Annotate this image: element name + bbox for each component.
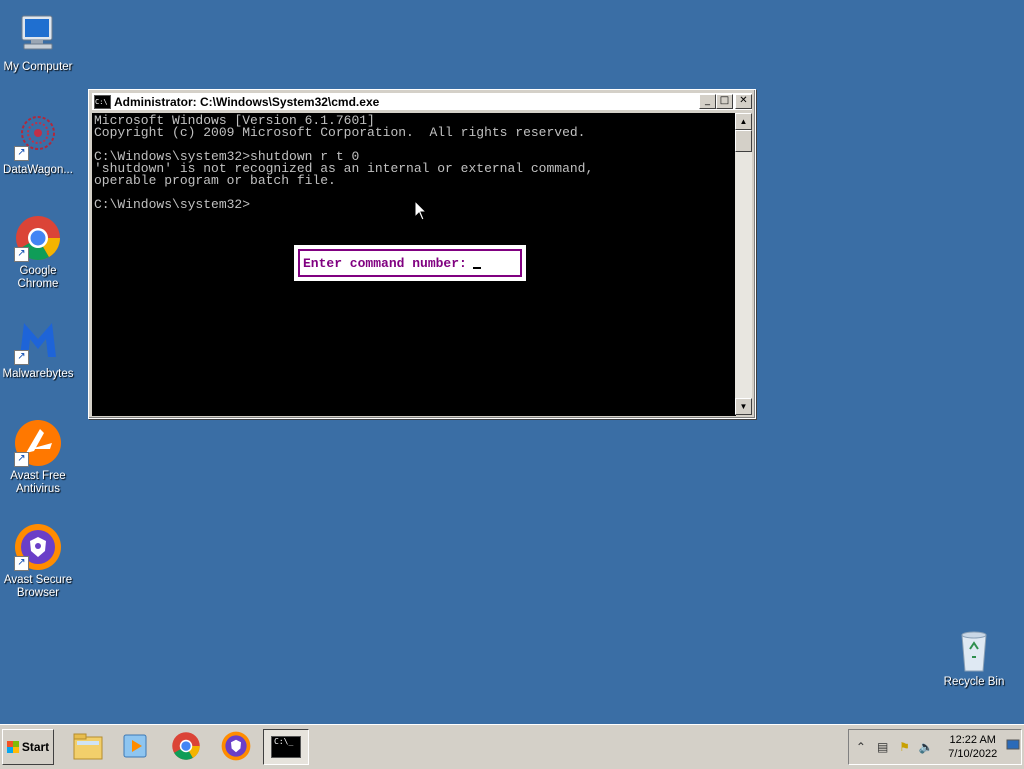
cmd-window-icon[interactable]: C:\ [94, 94, 111, 109]
scroll-up-button[interactable]: ▲ [735, 113, 752, 130]
console-line: Copyright (c) 2009 Microsoft Corporation… [94, 125, 586, 140]
desktop-icon-label: Malwarebytes [2, 368, 74, 380]
clock[interactable]: 12:22 AM 7/10/2022 [948, 733, 997, 761]
console-line: operable program or batch file. [94, 173, 336, 188]
windows-logo-icon [6, 741, 19, 753]
desktop-icon-avast-free-antivirus[interactable]: ↗ Avast Free Antivirus [0, 419, 76, 496]
network-icon[interactable]: ▤ [875, 739, 891, 755]
close-button[interactable]: ✕ [735, 94, 752, 109]
window-title: Administrator: C:\Windows\System32\cmd.e… [114, 94, 380, 109]
start-button[interactable]: Start [2, 729, 54, 765]
desktop-icon-label: Recycle Bin [943, 676, 1005, 688]
taskbar: Start C:\_ ⌃ ▤ ⚑ 🔈 12:22 AM 7/10/2022 [0, 724, 1024, 769]
text-cursor [472, 266, 481, 269]
start-label: Start [21, 740, 50, 754]
media-player-icon [123, 734, 147, 758]
malwarebytes-icon: ↗ [14, 317, 62, 365]
shortcut-arrow-icon: ↗ [14, 452, 29, 467]
desktop-icon-google-chrome[interactable]: ↗ Google Chrome [0, 214, 76, 291]
datawagon-icon: ↗ [14, 113, 62, 161]
taskbar-cmd[interactable]: C:\_ [263, 729, 309, 765]
desktop-icon-label: Avast Secure Browser [3, 574, 73, 599]
desktop-icon-recycle-bin[interactable]: Recycle Bin [936, 625, 1012, 689]
vertical-scrollbar[interactable]: ▲ ▼ [735, 113, 752, 415]
shortcut-arrow-icon: ↗ [14, 556, 29, 571]
prompt-label: Enter command number: [303, 255, 467, 271]
chrome-icon [172, 732, 200, 760]
show-hidden-icons-chevron-icon[interactable]: ⌃ [853, 739, 869, 755]
system-tray: ⌃ ▤ ⚑ 🔈 12:22 AM 7/10/2022 [848, 729, 1022, 765]
desktop-icon-datawagon[interactable]: ↗ DataWagon... [0, 113, 76, 177]
taskbar-chrome[interactable] [164, 729, 208, 763]
mouse-pointer-icon [414, 200, 428, 221]
desktop-icon-malwarebytes[interactable]: ↗ Malwarebytes [0, 317, 76, 381]
desktop-icon-label: My Computer [3, 61, 73, 73]
scroll-down-button[interactable]: ▼ [735, 398, 752, 415]
volume-icon[interactable]: 🔈 [918, 739, 934, 755]
clock-date: 7/10/2022 [948, 748, 998, 760]
avast-antivirus-icon: ↗ [14, 419, 62, 467]
avast-browser-icon: ↗ [14, 523, 62, 571]
desktop-icon-label: DataWagon... [3, 164, 73, 176]
desktop-icon-my-computer[interactable]: My Computer [0, 10, 76, 74]
shortcut-arrow-icon: ↗ [14, 247, 29, 262]
taskbar-media-player[interactable] [114, 729, 158, 763]
clock-time: 12:22 AM [949, 734, 996, 746]
folder-icon [73, 733, 103, 760]
action-center-flag-icon[interactable]: ⚑ [897, 739, 913, 755]
cmd-icon: C:\_ [271, 736, 301, 758]
title-bar[interactable]: C:\ Administrator: C:\Windows\System32\c… [92, 93, 752, 110]
desktop-icon-label: Google Chrome [17, 265, 59, 290]
avast-browser-icon [221, 731, 251, 761]
desktop-icon-avast-secure-browser[interactable]: ↗ Avast Secure Browser [0, 523, 76, 600]
command-number-prompt[interactable]: Enter command number: [294, 245, 526, 281]
desktop-icon-label: Avast Free Antivirus [10, 470, 66, 495]
maximize-button[interactable]: □ [716, 94, 733, 109]
scroll-thumb[interactable] [735, 130, 752, 152]
recycle-bin-icon [950, 625, 998, 673]
prompt-frame: Enter command number: [298, 249, 522, 277]
taskbar-explorer[interactable] [66, 729, 110, 763]
shortcut-arrow-icon: ↗ [14, 350, 29, 365]
minimize-button[interactable]: _ [699, 94, 716, 109]
show-desktop-icon[interactable] [1005, 739, 1021, 755]
shortcut-arrow-icon: ↗ [14, 146, 29, 161]
computer-icon [14, 10, 62, 58]
taskbar-avast-browser[interactable] [214, 729, 258, 763]
chrome-icon: ↗ [14, 214, 62, 262]
